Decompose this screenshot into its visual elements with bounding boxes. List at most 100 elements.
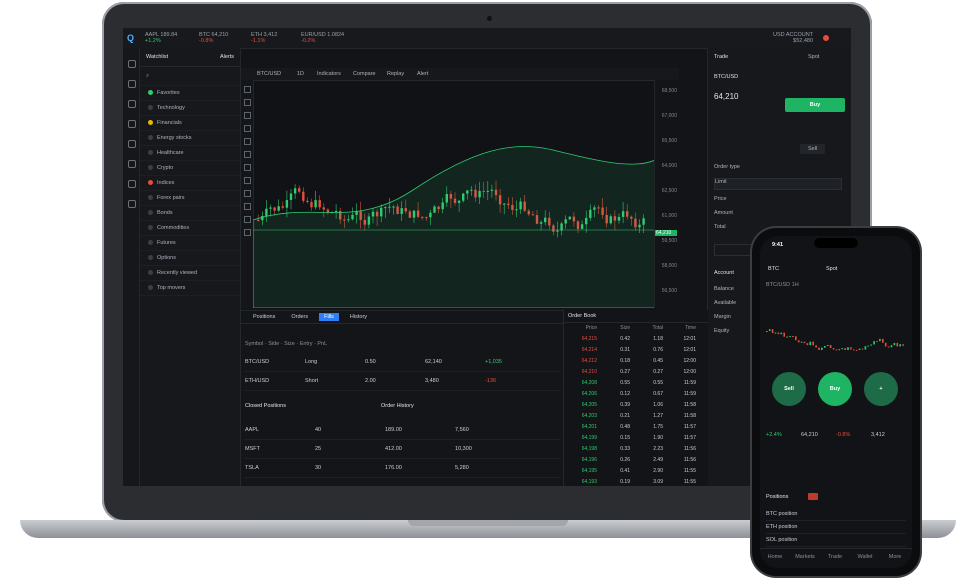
order-book-row[interactable]: 64,214 0.31 0.76 12:01 [564, 345, 708, 356]
phone-list-item[interactable]: BTC position [766, 508, 906, 521]
sell-toggle[interactable]: Sell [800, 144, 826, 154]
order-book-row[interactable]: 64,203 0.21 1.27 11:58 [564, 411, 708, 422]
order-book-row[interactable]: 64,208 0.55 0.55 11:59 [564, 378, 708, 389]
phone-list-item[interactable]: ETH position [766, 521, 906, 534]
phone-candle [800, 341, 803, 343]
ticker-tab[interactable]: ETH 3,412 -1.1% [251, 32, 277, 44]
home-icon[interactable] [128, 60, 136, 68]
order-book-row[interactable]: 64,195 0.41 2.90 11:55 [564, 466, 708, 477]
order-book-row[interactable]: 64,215 0.42 1.18 12:01 [564, 334, 708, 345]
order-book-row[interactable]: 64,193 0.19 3.09 11:55 [564, 477, 708, 486]
buy-button[interactable]: Buy [785, 98, 845, 112]
trendline-icon[interactable] [244, 99, 251, 106]
positions-tab[interactable]: Fills [319, 313, 339, 321]
watchlist-item[interactable]: Crypto [140, 161, 240, 176]
compare-button[interactable]: Compare [353, 71, 376, 77]
watchlist-item[interactable]: Healthcare [140, 146, 240, 161]
watchlist-item-label: Crypto [157, 165, 174, 171]
search-icon: ⌕ [146, 73, 150, 79]
watchlist-item[interactable]: Technology [140, 101, 240, 116]
phone-add-button[interactable]: + [864, 372, 898, 406]
indicators-button[interactable]: Indicators [317, 71, 341, 77]
text-icon[interactable] [244, 138, 251, 145]
position-row[interactable]: ETH/USD Short 2.00 3,480 -136 [245, 372, 561, 391]
watchlist-item[interactable]: Top movers [140, 281, 240, 296]
watchlist-item[interactable]: Indices [140, 176, 240, 191]
watchlist-item[interactable]: Commodities [140, 221, 240, 236]
bell-icon[interactable] [128, 140, 136, 148]
order-book-cell: 1.75 [653, 424, 663, 430]
phone-nav-item[interactable]: Home [760, 549, 790, 565]
phone-nav-item[interactable]: Wallet [850, 549, 880, 565]
account-summary[interactable]: USD ACCOUNT $52,480 [773, 32, 813, 44]
wallet-icon[interactable] [128, 120, 136, 128]
phone-nav-item[interactable]: More [880, 549, 910, 565]
lock-icon[interactable] [244, 203, 251, 210]
ticker-tab[interactable]: EUR/USD 1.0824 -0.2% [301, 32, 344, 44]
zoom-icon[interactable] [244, 177, 251, 184]
replay-button[interactable]: Replay [387, 71, 404, 77]
user-icon[interactable] [128, 200, 136, 208]
settings-icon[interactable] [128, 180, 136, 188]
chart-symbol[interactable]: BTC/USD [257, 71, 281, 77]
phone-candle [795, 336, 797, 341]
alert-button[interactable]: Alert [417, 71, 428, 77]
shape-icon[interactable] [244, 151, 251, 158]
order-book-row[interactable]: 64,199 0.15 1.90 11:57 [564, 433, 708, 444]
watchlist-alerts-link[interactable]: Alerts [220, 48, 234, 66]
phone-sell-button[interactable]: Sell [772, 372, 806, 406]
watchlist-search[interactable]: ⌕ [140, 67, 240, 86]
order-book-row[interactable]: 64,212 0.18 0.45 12:00 [564, 356, 708, 367]
candle [289, 193, 293, 200]
phone-price-chart[interactable] [764, 292, 908, 356]
watchlist-item[interactable]: Recently viewed [140, 266, 240, 281]
order-book-row[interactable]: 64,198 0.33 2.23 11:56 [564, 444, 708, 455]
order-book-row[interactable]: 64,196 0.26 2.49 11:56 [564, 455, 708, 466]
positions-tab[interactable]: History [345, 313, 372, 321]
order-book-row[interactable]: 64,206 0.12 0.67 11:59 [564, 389, 708, 400]
measure-icon[interactable] [244, 164, 251, 171]
history-row[interactable]: TSLA 30 176.00 5,280 [245, 459, 561, 478]
trade-tab-spot[interactable]: Spot [808, 54, 819, 60]
notification-dot-icon[interactable] [823, 35, 829, 41]
brush-icon[interactable] [244, 125, 251, 132]
phone-header-tab[interactable]: Spot [826, 266, 837, 272]
order-book-row[interactable]: 64,210 0.27 0.27 12:00 [564, 367, 708, 378]
watchlist-item[interactable]: Options [140, 251, 240, 266]
order-book-row[interactable]: 64,205 0.39 1.06 11:58 [564, 400, 708, 411]
position-cell: BTC/USD [245, 359, 270, 365]
ticker-tab[interactable]: AAPL 189.84 +1.2% [145, 32, 177, 44]
chart-icon[interactable] [128, 80, 136, 88]
fib-icon[interactable] [244, 112, 251, 119]
candlestick-chart[interactable] [253, 80, 655, 308]
history-row[interactable]: MSFT 25 412.00 10,300 [245, 440, 561, 459]
phone-candle [882, 338, 884, 343]
phone-candle [855, 349, 858, 351]
order-book-cell: 11:56 [683, 446, 696, 452]
timeframe-button[interactable]: 1D [297, 71, 304, 77]
watchlist-item[interactable]: Futures [140, 236, 240, 251]
order-type-select[interactable]: Limit [714, 178, 842, 190]
watchlist-item[interactable]: Bonds [140, 206, 240, 221]
watchlist-item[interactable]: Financials [140, 116, 240, 131]
order-book-row[interactable]: 64,201 0.48 1.75 11:57 [564, 422, 708, 433]
list-icon[interactable] [128, 100, 136, 108]
position-row[interactable]: BTC/USD Long 0.50 62,140 +1,035 [245, 353, 561, 372]
news-icon[interactable] [128, 160, 136, 168]
crosshair-icon[interactable] [244, 86, 251, 93]
eye-icon[interactable] [244, 216, 251, 223]
positions-tab[interactable]: Positions [248, 313, 280, 321]
watchlist-item[interactable]: Energy stocks [140, 131, 240, 146]
watchlist-item[interactable]: Favorites [140, 86, 240, 101]
phone-nav-item[interactable]: Trade [820, 549, 850, 565]
phone-list-item[interactable]: SOL position [766, 534, 906, 547]
positions-tab[interactable]: Orders [286, 313, 313, 321]
watchlist-item[interactable]: Forex pairs [140, 191, 240, 206]
history-row[interactable]: AAPL 40 189.00 7,560 [245, 421, 561, 440]
trash-icon[interactable] [244, 229, 251, 236]
phone-nav-item[interactable]: Markets [790, 549, 820, 565]
phone-buy-button[interactable]: Buy [818, 372, 852, 406]
ticker-tab[interactable]: BTC 64,210 -0.8% [199, 32, 228, 44]
magnet-icon[interactable] [244, 190, 251, 197]
status-dot-icon [148, 165, 153, 171]
